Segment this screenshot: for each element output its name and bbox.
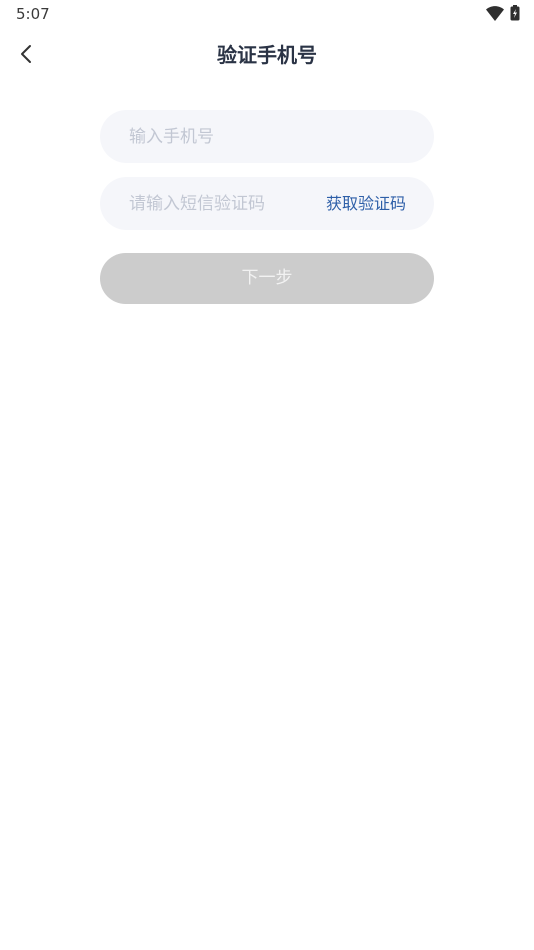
sms-code-input[interactable] <box>129 177 309 230</box>
battery-charging-icon <box>510 5 520 21</box>
next-button[interactable]: 下一步 <box>100 253 434 304</box>
wifi-icon <box>486 5 504 21</box>
app-bar: 验证手机号 <box>0 28 534 82</box>
phone-input[interactable] <box>129 110 419 163</box>
code-field: 获取验证码 <box>100 177 434 230</box>
phone-field <box>100 110 434 163</box>
status-bar: 5:07 <box>0 0 534 28</box>
page-title: 验证手机号 <box>217 43 317 67</box>
status-time: 5:07 <box>16 5 50 23</box>
get-code-button[interactable]: 获取验证码 <box>326 177 406 230</box>
status-icons <box>486 5 520 21</box>
